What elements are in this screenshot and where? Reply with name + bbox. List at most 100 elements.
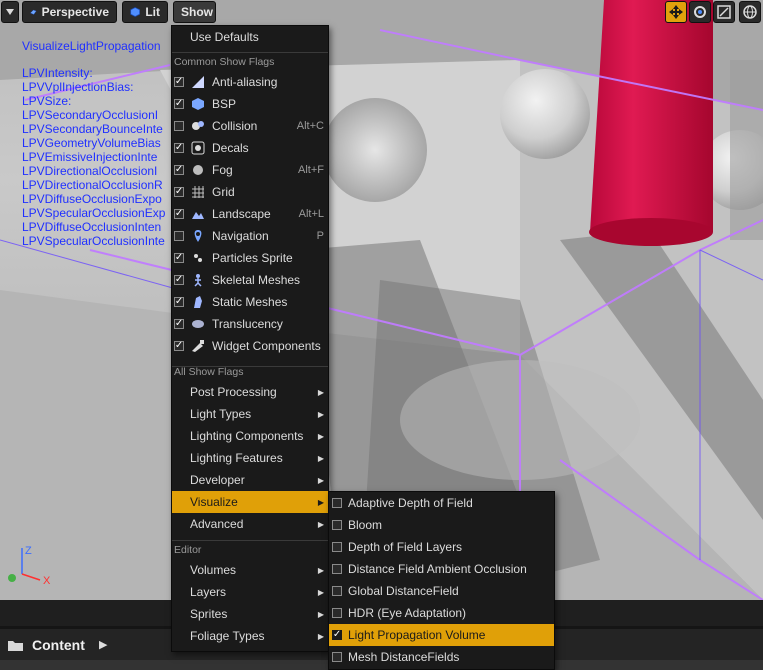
show-flag-widget-components[interactable]: ✓ Widget Components xyxy=(172,335,328,357)
menu-item-label: Lighting Components xyxy=(190,429,304,443)
visualize-item-label: HDR (Eye Adaptation) xyxy=(348,606,467,620)
visualize-checkbox[interactable] xyxy=(332,520,342,530)
menu-item-advanced[interactable]: Advanced ▶ xyxy=(172,513,328,535)
show-flag-checkbox[interactable]: ✓ xyxy=(174,99,184,109)
show-label: Show xyxy=(181,5,213,19)
show-flag-particles-sprite[interactable]: ✓ Particles Sprite xyxy=(172,247,328,269)
show-flag-checkbox[interactable]: ✓ xyxy=(174,143,184,153)
visualize-item-distance-field-ambient-occlusion[interactable]: Distance Field Ambient Occlusion xyxy=(329,558,554,580)
lit-label: Lit xyxy=(145,5,160,19)
visualize-checkbox[interactable] xyxy=(332,586,342,596)
lpv-overlay-line: LPVDiffuseOcclusionExpo xyxy=(22,192,162,206)
lpv-overlay-line: LPVSpecularOcclusionInte xyxy=(22,234,165,248)
show-flag-label: Landscape xyxy=(212,207,271,221)
lit-cube-icon xyxy=(130,7,140,17)
chevron-right-icon: ▶ xyxy=(317,387,324,397)
perspective-button[interactable]: Perspective xyxy=(22,1,117,23)
show-flag-navigation[interactable]: Navigation P xyxy=(172,225,328,247)
show-flag-checkbox[interactable]: ✓ xyxy=(174,253,184,263)
menu-item-lighting-features[interactable]: Lighting Features ▶ xyxy=(172,447,328,469)
visualize-checkbox[interactable] xyxy=(332,564,342,574)
chevron-right-icon: ▶ xyxy=(317,431,324,441)
visualize-item-mesh-distancefields[interactable]: Mesh DistanceFields xyxy=(329,646,554,668)
editor-header: Editor xyxy=(174,544,202,556)
visualize-checkbox[interactable] xyxy=(332,608,342,618)
rotate-mode-button[interactable] xyxy=(689,1,711,23)
visualize-checkbox[interactable] xyxy=(332,542,342,552)
show-flag-checkbox[interactable]: ✓ xyxy=(174,297,184,307)
checkmark-icon: ✓ xyxy=(174,318,184,329)
show-flag-checkbox[interactable] xyxy=(174,121,184,131)
show-button[interactable]: Show xyxy=(173,1,216,23)
chevron-right-icon: ▶ xyxy=(317,631,324,641)
lpv-overlay-line: LPVDirectionalOcclusionI xyxy=(22,164,158,178)
menu-item-light-types[interactable]: Light Types ▶ xyxy=(172,403,328,425)
translucency-icon xyxy=(191,317,205,331)
use-defaults-item[interactable]: Use Defaults xyxy=(172,26,328,48)
world-space-button[interactable] xyxy=(739,1,761,23)
visualize-item-hdr-eye-adaptation-[interactable]: HDR (Eye Adaptation) xyxy=(329,602,554,624)
show-flag-checkbox[interactable]: ✓ xyxy=(174,319,184,329)
visualize-item-adaptive-depth-of-field[interactable]: Adaptive Depth of Field xyxy=(329,492,554,514)
scale-mode-button[interactable] xyxy=(713,1,735,23)
visualize-item-label: Bloom xyxy=(348,518,383,532)
show-flag-collision[interactable]: Collision Alt+C xyxy=(172,115,328,137)
show-flag-checkbox[interactable]: ✓ xyxy=(174,187,184,197)
visualize-item-bloom[interactable]: Bloom xyxy=(329,514,554,536)
visualize-checkbox[interactable]: ✓ xyxy=(332,630,342,640)
show-flag-static-meshes[interactable]: ✓ Static Meshes xyxy=(172,291,328,313)
scale-icon xyxy=(717,5,731,19)
show-flag-label: Particles Sprite xyxy=(212,251,293,265)
menu-divider xyxy=(172,52,328,53)
show-flag-anti-aliasing[interactable]: ✓ Anti-aliasing xyxy=(172,71,328,93)
menu-item-layers[interactable]: Layers ▶ xyxy=(172,581,328,603)
menu-item-sprites[interactable]: Sprites ▶ xyxy=(172,603,328,625)
chevron-right-icon[interactable]: ▶ xyxy=(99,638,107,651)
checkmark-icon: ✓ xyxy=(174,274,184,285)
lpv-overlay-line: LPVSpecularOcclusionExp xyxy=(22,206,166,220)
visualize-item-label: Light Propagation Volume xyxy=(348,628,486,642)
perspective-label: Perspective xyxy=(41,5,109,19)
show-flag-landscape[interactable]: ✓ Landscape Alt+L xyxy=(172,203,328,225)
menu-item-lighting-components[interactable]: Lighting Components ▶ xyxy=(172,425,328,447)
show-flags-menu: Use Defaults Common Show Flags ✓ Anti-ali… xyxy=(171,25,329,652)
show-flag-checkbox[interactable]: ✓ xyxy=(174,209,184,219)
widget-icon xyxy=(191,339,205,353)
show-flag-checkbox[interactable]: ✓ xyxy=(174,77,184,87)
menu-item-post-processing[interactable]: Post Processing ▶ xyxy=(172,381,328,403)
show-flag-translucency[interactable]: ✓ Translucency xyxy=(172,313,328,335)
viewport-options-button[interactable] xyxy=(1,1,19,23)
show-flag-skeletal-meshes[interactable]: ✓ Skeletal Meshes xyxy=(172,269,328,291)
view-mode-button[interactable]: Lit xyxy=(122,1,168,23)
menu-item-developer[interactable]: Developer ▶ xyxy=(172,469,328,491)
folder-icon xyxy=(8,641,23,651)
show-flag-checkbox[interactable]: ✓ xyxy=(174,275,184,285)
visualize-item-depth-of-field-layers[interactable]: Depth of Field Layers xyxy=(329,536,554,558)
menu-item-visualize[interactable]: Visualize ▶ xyxy=(172,491,328,513)
show-flag-grid[interactable]: ✓ Grid xyxy=(172,181,328,203)
show-flag-checkbox[interactable]: ✓ xyxy=(174,341,184,351)
viewport-toolbar: Perspective Lit Show xyxy=(0,0,763,26)
lpv-overlay-line: LPVGeometryVolumeBias xyxy=(22,136,161,150)
visualize-item-light-propagation-volume[interactable]: ✓ Light Propagation Volume xyxy=(329,624,554,646)
shortcut-hint: Alt+F xyxy=(298,164,324,176)
translate-icon xyxy=(669,5,683,19)
menu-item-label: Visualize xyxy=(190,495,238,509)
show-flag-fog[interactable]: ✓ Fog Alt+F xyxy=(172,159,328,181)
visualize-checkbox[interactable] xyxy=(332,652,342,662)
checkmark-icon: ✓ xyxy=(174,296,184,307)
show-flag-decals[interactable]: ✓ Decals xyxy=(172,137,328,159)
menu-item-label: Sprites xyxy=(190,607,228,621)
show-flag-bsp[interactable]: ✓ BSP xyxy=(172,93,328,115)
menu-item-volumes[interactable]: Volumes ▶ xyxy=(172,559,328,581)
show-flag-label: Navigation xyxy=(212,229,269,243)
visualize-item-global-distancefield[interactable]: Global DistanceField xyxy=(329,580,554,602)
show-flag-checkbox[interactable]: ✓ xyxy=(174,165,184,175)
skeletal-icon xyxy=(191,273,205,287)
translate-mode-button[interactable] xyxy=(665,1,687,23)
show-flag-label: BSP xyxy=(212,97,237,111)
show-flag-checkbox[interactable] xyxy=(174,231,184,241)
visualize-checkbox[interactable] xyxy=(332,498,342,508)
menu-item-foliage-types[interactable]: Foliage Types ▶ xyxy=(172,625,328,647)
rotate-icon xyxy=(694,6,706,18)
